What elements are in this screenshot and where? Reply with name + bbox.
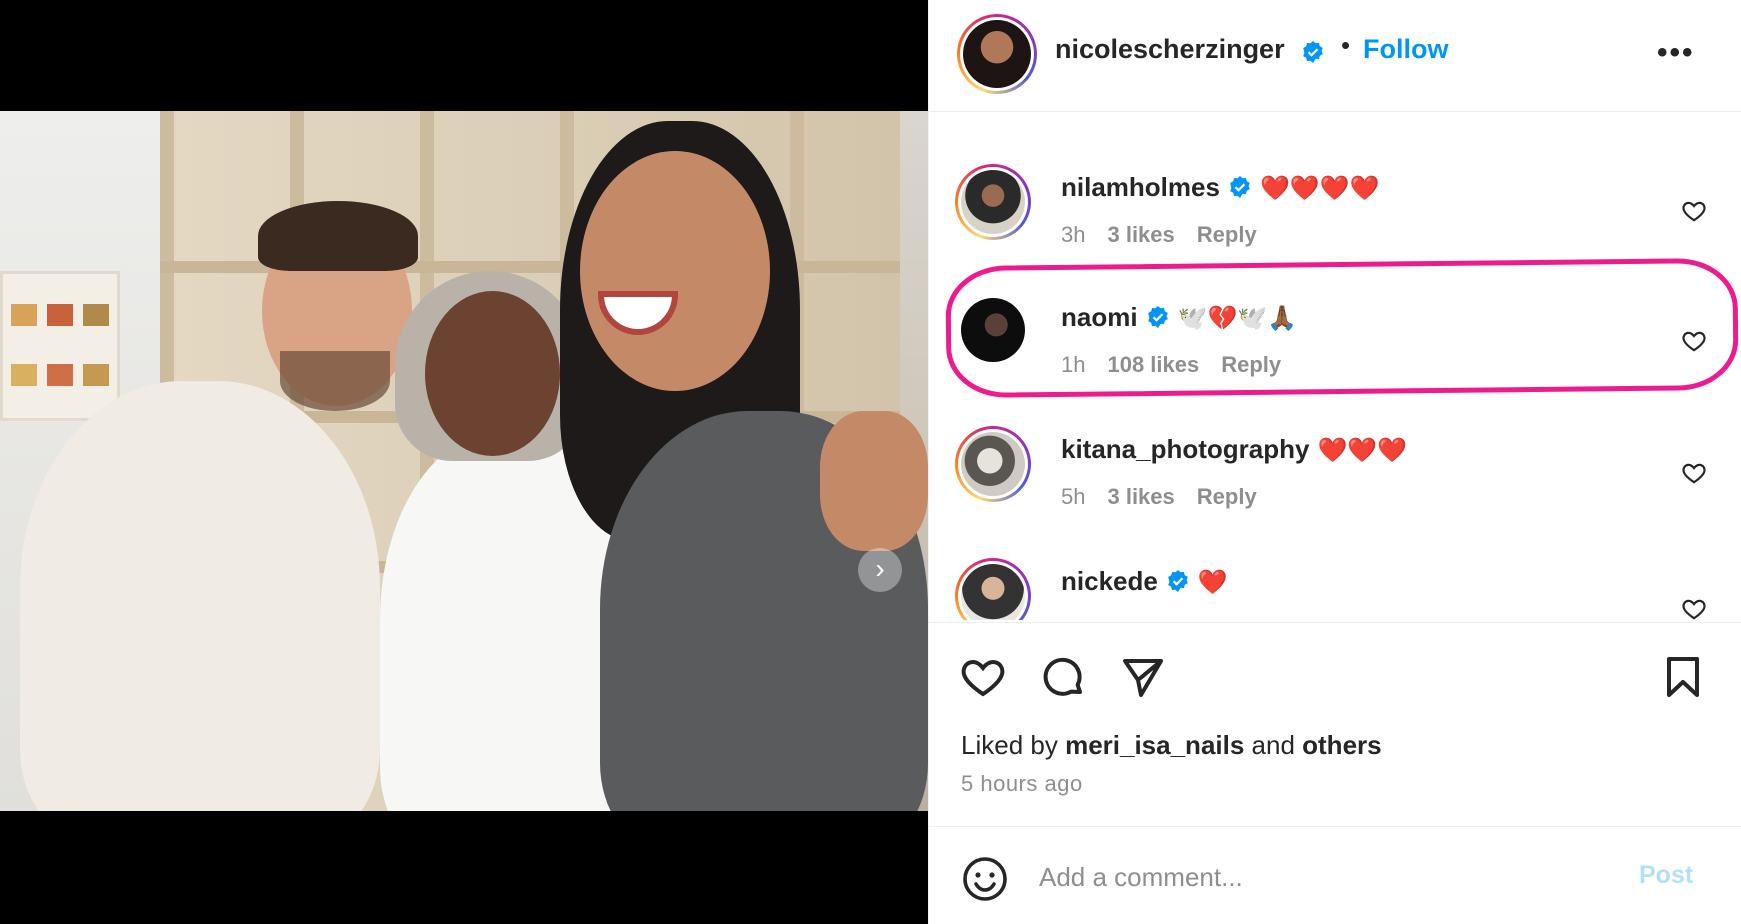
- photo-wall-art: [0, 271, 120, 421]
- more-options-icon[interactable]: •••: [1657, 36, 1695, 70]
- author-username[interactable]: nicolescherzinger: [1055, 34, 1285, 65]
- comment-like-heart-icon[interactable]: [1681, 198, 1707, 224]
- comment-likes[interactable]: 3 likes: [1107, 222, 1174, 247]
- comment-likes[interactable]: 3 likes: [1107, 484, 1174, 509]
- likes-middle: and: [1244, 730, 1303, 760]
- comment-text: ❤️: [1197, 569, 1228, 596]
- post-media-pane: ›: [0, 0, 928, 924]
- verified-badge-icon: [1230, 176, 1250, 199]
- post-details-panel: nicolescherzinger • Follow ••• nilamholm…: [928, 0, 1741, 924]
- emoji-icon[interactable]: [961, 855, 1009, 903]
- comment-reply-button[interactable]: Reply: [1197, 222, 1257, 247]
- heart-icon[interactable]: [959, 653, 1007, 701]
- comment-time: 3h: [1061, 222, 1086, 247]
- verified-badge-icon: [1168, 570, 1188, 593]
- comment-input[interactable]: [1039, 859, 1599, 895]
- post-action-bar: [929, 622, 1741, 722]
- author-avatar[interactable]: [957, 14, 1037, 94]
- comment-item: nickede ❤️: [929, 544, 1741, 620]
- comment-meta: 5h 3 likes Reply: [1061, 484, 1279, 510]
- verified-badge-icon: [1303, 41, 1323, 63]
- likes-user-link[interactable]: meri_isa_nails: [1065, 730, 1244, 760]
- comment-username[interactable]: kitana_photography: [1061, 434, 1309, 464]
- likes-summary: Liked by meri_isa_nails and others: [961, 730, 1382, 761]
- share-icon[interactable]: [1119, 653, 1167, 701]
- comment-like-heart-icon[interactable]: [1681, 596, 1707, 620]
- comment-avatar[interactable]: [955, 164, 1031, 240]
- comment-time: 5h: [1061, 484, 1086, 509]
- post-photo[interactable]: ›: [0, 111, 928, 811]
- comment-username[interactable]: nilamholmes: [1061, 172, 1220, 202]
- likes-others-link[interactable]: others: [1302, 730, 1381, 760]
- comment-username[interactable]: nickede: [1061, 566, 1158, 596]
- post-comment-button[interactable]: Post: [1639, 861, 1693, 890]
- comment-like-heart-icon[interactable]: [1681, 460, 1707, 486]
- carousel-next-button[interactable]: ›: [858, 548, 902, 592]
- post-header: nicolescherzinger • Follow •••: [929, 0, 1741, 112]
- bookmark-icon[interactable]: [1659, 653, 1707, 701]
- comment-avatar[interactable]: [955, 426, 1031, 502]
- comment-item: kitana_photography ❤️❤️❤️ 5h 3 likes Reply: [929, 412, 1741, 542]
- post-timestamp[interactable]: 5 hours ago: [961, 771, 1083, 797]
- add-comment-bar: Post: [929, 826, 1741, 924]
- comment-text: ❤️❤️❤️❤️: [1259, 175, 1380, 202]
- comment-meta: 3h 3 likes Reply: [1061, 222, 1279, 248]
- follow-button[interactable]: Follow: [1363, 34, 1448, 65]
- highlight-annotation: [945, 257, 1739, 399]
- comment-avatar[interactable]: [955, 558, 1031, 620]
- likes-prefix: Liked by: [961, 730, 1066, 760]
- header-separator: •: [1341, 30, 1351, 60]
- comment-icon[interactable]: [1039, 653, 1087, 701]
- comment-reply-button[interactable]: Reply: [1197, 484, 1257, 509]
- comment-text: ❤️❤️❤️: [1317, 437, 1408, 464]
- photo-person-left: [20, 381, 380, 811]
